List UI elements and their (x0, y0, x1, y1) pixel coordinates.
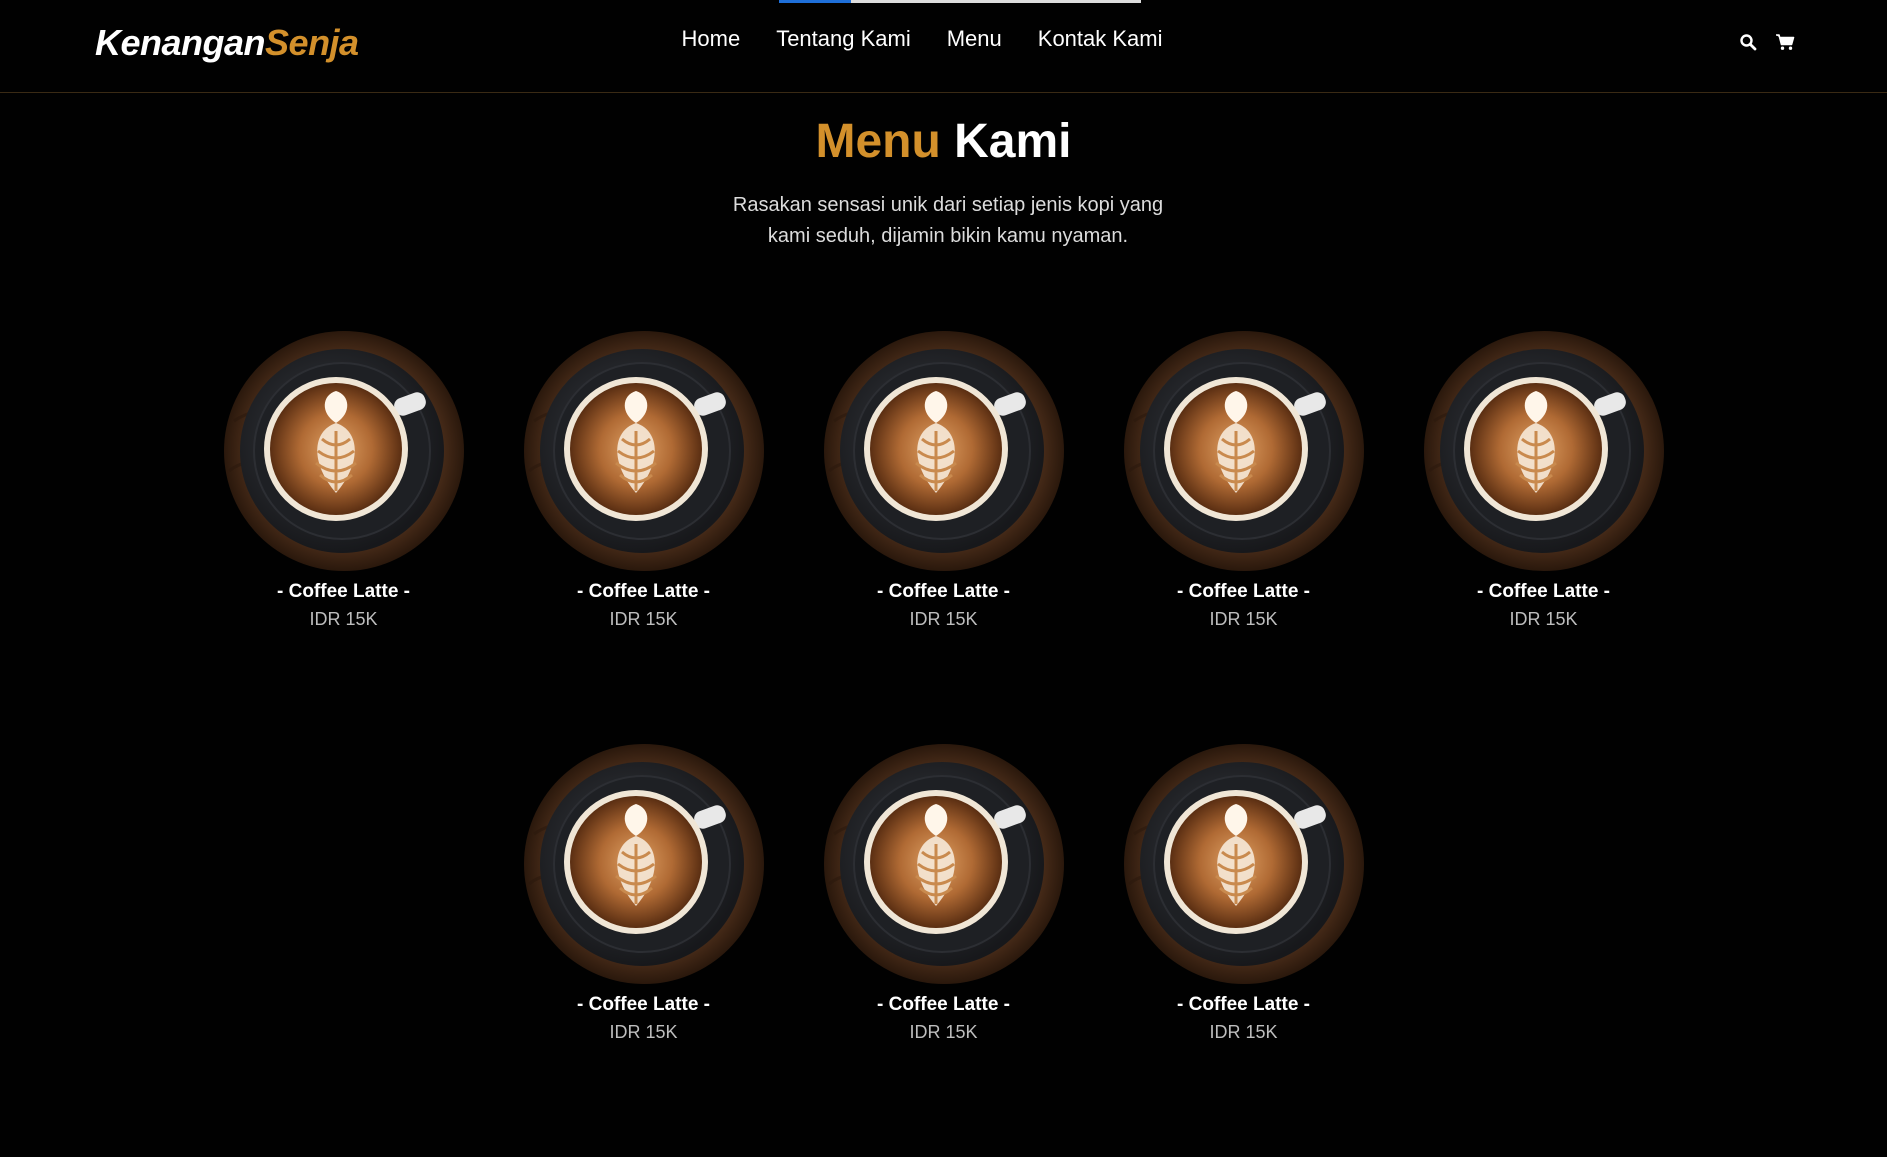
coffee-latte-image (1124, 331, 1364, 571)
menu-card[interactable]: - Coffee Latte - IDR 15K (1124, 744, 1364, 1043)
nav-link-home[interactable]: Home (682, 26, 741, 52)
coffee-latte-image (1124, 744, 1364, 984)
menu-item-price: IDR 15K (609, 609, 678, 629)
scroll-progress-bar (779, 0, 1141, 3)
menu-item-name: - Coffee Latte - (277, 581, 410, 602)
coffee-latte-image (224, 331, 464, 571)
menu-card[interactable]: - Coffee Latte - IDR 15K (224, 331, 464, 630)
menu-item-name: - Coffee Latte - (1477, 581, 1610, 602)
nav-link-tentang-kami[interactable]: Tentang Kami (776, 26, 911, 52)
coffee-latte-image (524, 331, 764, 571)
menu-item-price: IDR 15K (1209, 609, 1278, 629)
menu-item-price: IDR 15K (309, 609, 378, 629)
menu-description: Rasakan sensasi unik dari setiap jenis k… (732, 194, 1164, 247)
menu-item-price: IDR 15K (909, 609, 978, 629)
nav-icons (1739, 33, 1795, 51)
navbar: KenanganSenja Home Tentang Kami Menu Kon… (0, 0, 1887, 93)
menu-card[interactable]: - Coffee Latte - IDR 15K (1124, 331, 1364, 630)
menu-item-price: IDR 15K (609, 1022, 678, 1042)
menu-item-name: - Coffee Latte - (1177, 581, 1310, 602)
menu-item-name: - Coffee Latte - (877, 581, 1010, 602)
menu-row-2: - Coffee Latte - IDR 15K - Coffee Latte … (0, 744, 1887, 1043)
coffee-latte-image (1424, 331, 1664, 571)
menu-card[interactable]: - Coffee Latte - IDR 15K (1424, 331, 1664, 630)
menu-card[interactable]: - Coffee Latte - IDR 15K (824, 331, 1064, 630)
nav-link-menu[interactable]: Menu (947, 26, 1002, 52)
menu-item-price: IDR 15K (909, 1022, 978, 1042)
search-icon[interactable] (1739, 33, 1757, 51)
menu-item-price: IDR 15K (1509, 609, 1578, 629)
menu-title-accent: Menu (815, 115, 941, 168)
menu-card[interactable]: - Coffee Latte - IDR 15K (524, 331, 764, 630)
nav-link-kontak-kami[interactable]: Kontak Kami (1038, 26, 1163, 52)
cart-icon[interactable] (1775, 33, 1795, 51)
menu-item-name: - Coffee Latte - (577, 994, 710, 1015)
menu-grid: - Coffee Latte - IDR 15K - Coffee Latte … (0, 331, 1887, 1157)
menu-section-title: Menu Kami (0, 114, 1887, 169)
menu-card[interactable]: - Coffee Latte - IDR 15K (824, 744, 1064, 1043)
menu-item-name: - Coffee Latte - (1177, 994, 1310, 1015)
menu-item-price: IDR 15K (1209, 1022, 1278, 1042)
nav-links: Home Tentang Kami Menu Kontak Kami (0, 26, 1887, 52)
coffee-latte-image (824, 331, 1064, 571)
coffee-latte-image (524, 744, 764, 984)
menu-row-1: - Coffee Latte - IDR 15K - Coffee Latte … (0, 331, 1887, 630)
menu-item-name: - Coffee Latte - (577, 581, 710, 602)
menu-title-rest: Kami (954, 115, 1072, 168)
scroll-progress-fill (779, 0, 852, 3)
menu-card[interactable]: - Coffee Latte - IDR 15K (524, 744, 764, 1043)
coffee-latte-image (824, 744, 1064, 984)
menu-item-name: - Coffee Latte - (877, 994, 1010, 1015)
